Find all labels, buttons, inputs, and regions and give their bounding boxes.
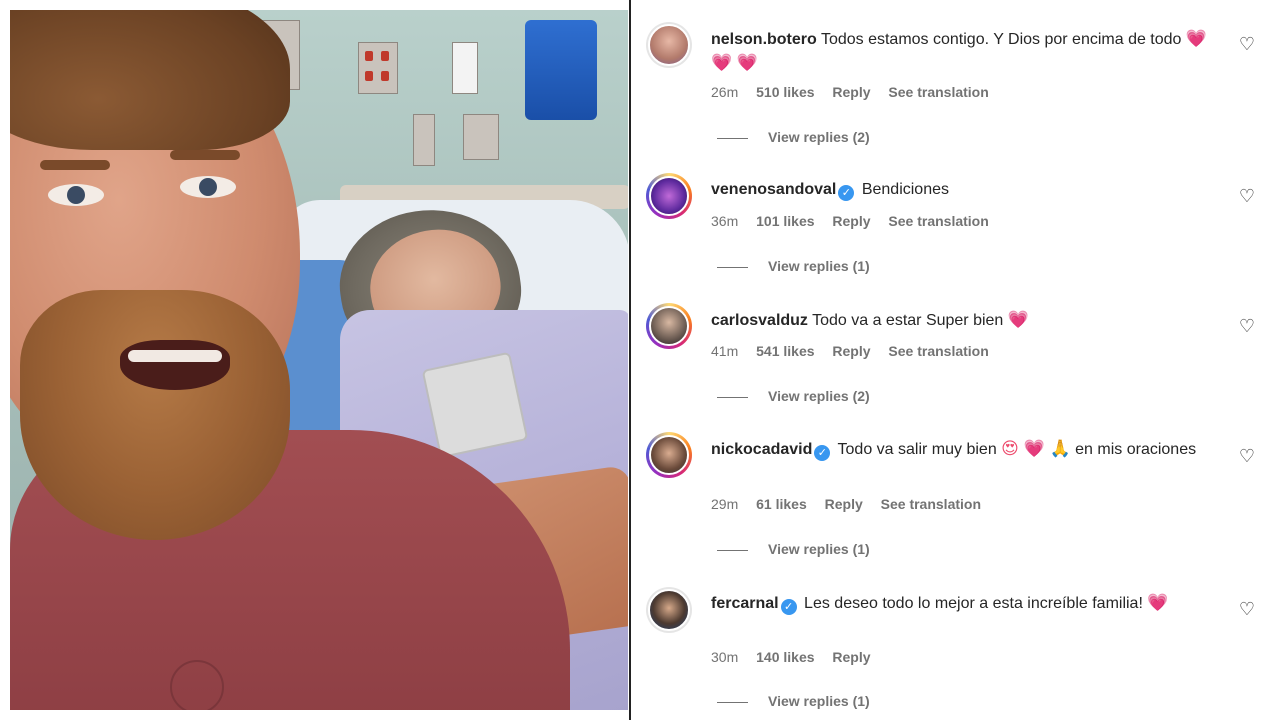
comment-username[interactable]: nickocadavid xyxy=(711,441,812,458)
comment-time: 29m xyxy=(711,496,739,512)
comment-text: fercarnal ✓ Les deseo todo lo mejor a est… xyxy=(711,591,1231,615)
heart-outline-icon[interactable]: ♡ xyxy=(1237,446,1257,466)
wall-outlet xyxy=(463,114,499,160)
view-replies-label: View replies (1) xyxy=(768,258,870,274)
avatar[interactable] xyxy=(646,587,692,633)
gown-pocket xyxy=(421,351,529,459)
view-replies-label: View replies (2) xyxy=(768,388,870,404)
view-replies-button[interactable]: View replies (1) xyxy=(717,258,870,274)
view-replies-line xyxy=(717,549,748,551)
avatar[interactable] xyxy=(646,173,692,219)
view-replies-button[interactable]: View replies (2) xyxy=(717,129,870,145)
wall-switch xyxy=(452,42,478,94)
comment-likes[interactable]: 101 likes xyxy=(756,213,814,229)
left-eye xyxy=(48,184,104,206)
heart-outline-icon[interactable]: ♡ xyxy=(1237,34,1257,54)
comment-likes[interactable]: 510 likes xyxy=(756,84,814,100)
shirt-logo xyxy=(170,660,224,710)
emoji-group: 😍 💗 🙏 xyxy=(1001,439,1071,458)
man-mouth xyxy=(120,340,230,390)
comment-time: 30m xyxy=(711,649,739,665)
post-photo xyxy=(10,10,628,710)
view-replies-label: View replies (1) xyxy=(768,693,870,709)
heart-outline-icon[interactable]: ♡ xyxy=(1237,316,1257,336)
reply-button[interactable]: Reply xyxy=(832,213,870,229)
comment-meta: 26m 510 likes Reply See translation xyxy=(711,84,1003,100)
comment-username[interactable]: venenosandoval xyxy=(711,181,836,198)
view-replies-button[interactable]: View replies (1) xyxy=(717,541,870,557)
man-teeth xyxy=(128,350,222,362)
comment-body: Todos estamos contigo. Y Dios por encima… xyxy=(820,31,1182,48)
reply-button[interactable]: Reply xyxy=(832,84,870,100)
view-replies-button[interactable]: View replies (2) xyxy=(717,388,870,404)
view-replies-line xyxy=(717,396,748,398)
left-brow xyxy=(40,160,110,170)
reply-button[interactable]: Reply xyxy=(832,649,870,665)
see-translation-button[interactable]: See translation xyxy=(888,84,988,100)
heart-outline-icon[interactable]: ♡ xyxy=(1237,599,1257,619)
verified-badge-icon: ✓ xyxy=(838,185,855,201)
verified-badge-icon: ✓ xyxy=(780,599,797,615)
comment-body-continued: en mis oraciones xyxy=(1075,441,1197,458)
comment-text: carlosvalduz Todo va a estar Super bien … xyxy=(711,308,1231,332)
heart-emoji: 💗 xyxy=(1147,593,1169,612)
avatar[interactable] xyxy=(646,303,692,349)
right-brow xyxy=(170,150,240,160)
view-replies-line xyxy=(717,137,748,139)
reply-button[interactable]: Reply xyxy=(832,343,870,359)
comment-likes[interactable]: 140 likes xyxy=(756,649,814,665)
wall-outlet xyxy=(358,42,398,94)
view-replies-line xyxy=(717,266,748,268)
heart-emoji: 💗 xyxy=(1007,310,1029,329)
view-replies-line xyxy=(717,701,748,703)
comment-meta: 30m 140 likes Reply xyxy=(711,649,885,665)
comment-meta: 29m 61 likes Reply See translation xyxy=(711,496,995,512)
comment-text: nelson.botero Todos estamos contigo. Y D… xyxy=(711,27,1231,75)
avatar[interactable] xyxy=(646,432,692,478)
comment-body: Todo va salir muy bien xyxy=(837,441,997,458)
see-translation-button[interactable]: See translation xyxy=(881,496,981,512)
comment-likes[interactable]: 541 likes xyxy=(756,343,814,359)
view-replies-button[interactable]: View replies (1) xyxy=(717,693,870,709)
verified-badge-icon: ✓ xyxy=(814,445,831,461)
comment-body: Bendiciones xyxy=(861,181,949,198)
view-replies-label: View replies (1) xyxy=(768,541,870,557)
comment-time: 41m xyxy=(711,343,739,359)
comment-username[interactable]: nelson.botero xyxy=(711,31,817,48)
comment-time: 26m xyxy=(711,84,739,100)
comment-meta: 41m 541 likes Reply See translation xyxy=(711,343,1003,359)
comment-text: venenosandoval ✓ Bendiciones xyxy=(711,178,1231,201)
heart-outline-icon[interactable]: ♡ xyxy=(1237,186,1257,206)
see-translation-button[interactable]: See translation xyxy=(888,213,988,229)
wall-outlet xyxy=(413,114,435,166)
comment-meta: 36m 101 likes Reply See translation xyxy=(711,213,1003,229)
comment-text: nickocadavid ✓ Todo va salir muy bien 😍 💗… xyxy=(711,437,1231,461)
see-translation-button[interactable]: See translation xyxy=(888,343,988,359)
comments-panel: nelson.botero Todos estamos contigo. Y D… xyxy=(631,0,1280,720)
comment-likes[interactable]: 61 likes xyxy=(756,496,807,512)
sanitizer-dispenser xyxy=(525,20,597,120)
avatar[interactable] xyxy=(646,22,692,68)
comment-time: 36m xyxy=(711,213,739,229)
comment-body: Todo va a estar Super bien xyxy=(812,312,1004,329)
comment-username[interactable]: fercarnal xyxy=(711,595,779,612)
comment-username[interactable]: carlosvalduz xyxy=(711,312,808,329)
view-replies-label: View replies (2) xyxy=(768,129,870,145)
comment-body: Les deseo todo lo mejor a esta increíble… xyxy=(804,595,1143,612)
man-hair xyxy=(10,10,290,150)
man-beard xyxy=(20,290,290,540)
reply-button[interactable]: Reply xyxy=(825,496,863,512)
right-eye xyxy=(180,176,236,198)
